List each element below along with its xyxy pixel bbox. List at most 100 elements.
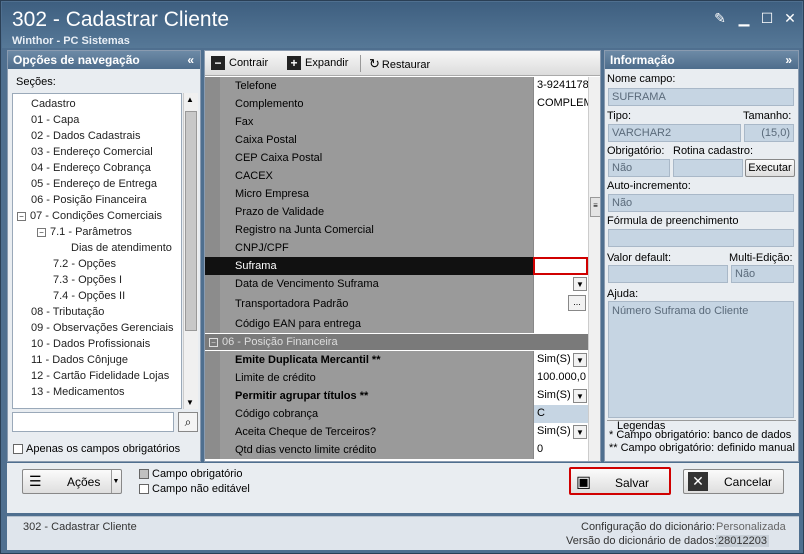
edit-icon[interactable]: ✎ (712, 10, 728, 26)
row-value[interactable] (533, 221, 588, 239)
tree-item[interactable]: 04 - Endereço Cobrança (31, 160, 151, 176)
chevron-down-icon[interactable]: ▼ (573, 425, 587, 439)
tree-item[interactable]: 06 - Posição Financeira (31, 192, 147, 208)
tree-item[interactable]: 7.3 - Opções I (53, 272, 122, 288)
tree-item[interactable]: 05 - Endereço de Entrega (31, 176, 157, 192)
tree-scrollbar[interactable]: ▲ ▼ (183, 93, 198, 409)
tree-item[interactable]: −07 - Condições Comerciais (17, 208, 162, 224)
table-row-selected[interactable]: Suframa (205, 257, 588, 275)
tree-item-label: 7.1 - Parâmetros (50, 226, 132, 238)
tree-item[interactable]: 12 - Cartão Fidelidade Lojas (31, 368, 169, 384)
multi-edit-label: Multi-Edição: (729, 252, 793, 264)
close-icon[interactable]: ✕ (782, 10, 798, 26)
maximize-icon[interactable]: ☐ (759, 10, 775, 26)
tree-item[interactable]: 11 - Dados Cônjuge (31, 352, 128, 368)
chevron-down-icon[interactable]: ▼ (111, 470, 120, 493)
execute-button[interactable]: Executar (745, 159, 795, 177)
minimize-icon[interactable]: ▁ (736, 10, 752, 26)
collapse-button[interactable]: − Contrair (211, 55, 268, 72)
collapse-node-icon[interactable]: − (37, 228, 46, 237)
table-row[interactable]: CACEX (205, 167, 588, 185)
table-row[interactable]: Permitir agrupar títulos ** Sim(S) ▼ (205, 387, 588, 405)
row-value[interactable] (533, 131, 588, 149)
row-gutter (205, 203, 220, 221)
table-row[interactable]: Prazo de Validade (205, 203, 588, 221)
row-value[interactable]: 0 (533, 441, 588, 459)
row-value[interactable] (533, 167, 588, 185)
row-value[interactable]: 3-9241178 (533, 77, 588, 95)
table-row[interactable]: Código EAN para entrega (205, 315, 588, 333)
only-required-checkbox[interactable]: Apenas os campos obrigatórios (13, 443, 180, 455)
scroll-down-icon[interactable]: ▼ (186, 398, 194, 407)
actions-button[interactable]: ☰ Ações ▼ (22, 469, 122, 494)
collapse-left-icon[interactable]: « (187, 51, 194, 69)
table-row[interactable]: Qtd dias vencto limite crédito 0 (205, 441, 588, 459)
table-row[interactable]: Limite de crédito 100.000,0 (205, 369, 588, 387)
collapse-node-icon[interactable]: − (209, 338, 218, 347)
scroll-thumb[interactable] (185, 111, 197, 331)
scroll-thumb[interactable]: ≡ (590, 197, 600, 217)
search-icon[interactable]: ⌕ (178, 412, 198, 432)
row-value[interactable]: Sim(S) ▼ (533, 351, 588, 369)
save-button[interactable]: ▣ Salvar (569, 467, 671, 495)
row-value[interactable] (533, 203, 588, 221)
tree-item[interactable]: 08 - Tributação (31, 304, 104, 320)
tree-item[interactable]: 01 - Capa (31, 112, 79, 128)
section-header-financial[interactable]: −06 - Posição Financeira (205, 334, 588, 350)
tree-item[interactable]: −7.1 - Parâmetros (37, 224, 132, 240)
row-value[interactable]: C (533, 405, 588, 423)
table-row[interactable]: ComplementoCOMPLEMI (205, 95, 588, 113)
tree-item[interactable]: 10 - Dados Profissionais (31, 336, 150, 352)
table-row[interactable]: Transportadora Padrão... (205, 293, 588, 315)
row-value[interactable] (533, 315, 588, 333)
tree-item[interactable]: 09 - Observações Gerenciais (31, 320, 173, 336)
ellipsis-button[interactable]: ... (568, 295, 586, 311)
row-value[interactable] (533, 149, 588, 167)
collapse-node-icon[interactable]: − (17, 212, 26, 221)
table-row[interactable]: CNPJ/CPF (205, 239, 588, 257)
row-value[interactable]: COMPLEMI (533, 95, 588, 113)
table-row[interactable]: Registro na Junta Comercial (205, 221, 588, 239)
scroll-up-icon[interactable]: ▲ (186, 95, 194, 104)
row-value[interactable]: Sim(S) ▼ (533, 387, 588, 405)
table-row[interactable]: Telefone 3-9241178 (205, 77, 588, 95)
required-value: Não (608, 159, 670, 177)
table-row[interactable]: Caixa Postal (205, 131, 588, 149)
row-value[interactable]: Sim(S) ▼ (533, 423, 588, 441)
nav-search-input[interactable] (12, 412, 174, 432)
row-gutter (205, 387, 220, 405)
tree-item[interactable]: 7.2 - Opções (53, 256, 116, 272)
row-value[interactable]: ... (533, 293, 588, 315)
chevron-down-icon[interactable]: ▼ (573, 277, 587, 291)
status-routine: 302 - Cadastrar Cliente (23, 521, 137, 533)
table-row[interactable]: CEP Caixa Postal (205, 149, 588, 167)
tree-item[interactable]: Cadastro (31, 96, 76, 112)
tree-item[interactable]: Dias de atendimento (71, 240, 172, 256)
row-value[interactable]: 100.000,0 (533, 369, 588, 387)
table-row[interactable]: Código cobrança C (205, 405, 588, 423)
expand-button[interactable]: + Expandir (287, 55, 348, 72)
suframa-input[interactable] (533, 257, 588, 275)
tree-item[interactable]: 13 - Medicamentos (31, 384, 125, 400)
row-value[interactable] (533, 239, 588, 257)
table-row[interactable]: Fax (205, 113, 588, 131)
table-row[interactable]: Emite Duplicata Mercantil ** Sim(S) ▼ (205, 351, 588, 369)
row-value[interactable] (533, 113, 588, 131)
table-row[interactable]: Aceita Cheque de Terceiros? Sim(S) ▼ (205, 423, 588, 441)
row-value[interactable] (533, 185, 588, 203)
cancel-button[interactable]: ✕ Cancelar (683, 469, 784, 494)
tree-item[interactable]: 02 - Dados Cadastrais (31, 128, 140, 144)
restore-button[interactable]: ↻ Restaurar (369, 55, 430, 72)
checkbox-box[interactable] (13, 444, 23, 455)
row-value[interactable]: ▼ (533, 275, 588, 293)
tree-item[interactable]: 7.4 - Opções II (53, 288, 125, 304)
chevron-down-icon[interactable]: ▼ (573, 389, 587, 403)
table-row[interactable]: Data de Vencimento Suframa ▼ (205, 275, 588, 293)
collapse-right-icon[interactable]: » (785, 51, 792, 69)
table-row[interactable]: Micro Empresa (205, 185, 588, 203)
tree-item[interactable]: 03 - Endereço Comercial (31, 144, 153, 160)
grid-scrollbar[interactable]: ≡ (588, 77, 600, 461)
chevron-down-icon[interactable]: ▼ (573, 353, 587, 367)
legend-required-db: * Campo obrigatório: banco de dados (609, 429, 792, 441)
dict-version-value: 28012203 (716, 535, 769, 547)
